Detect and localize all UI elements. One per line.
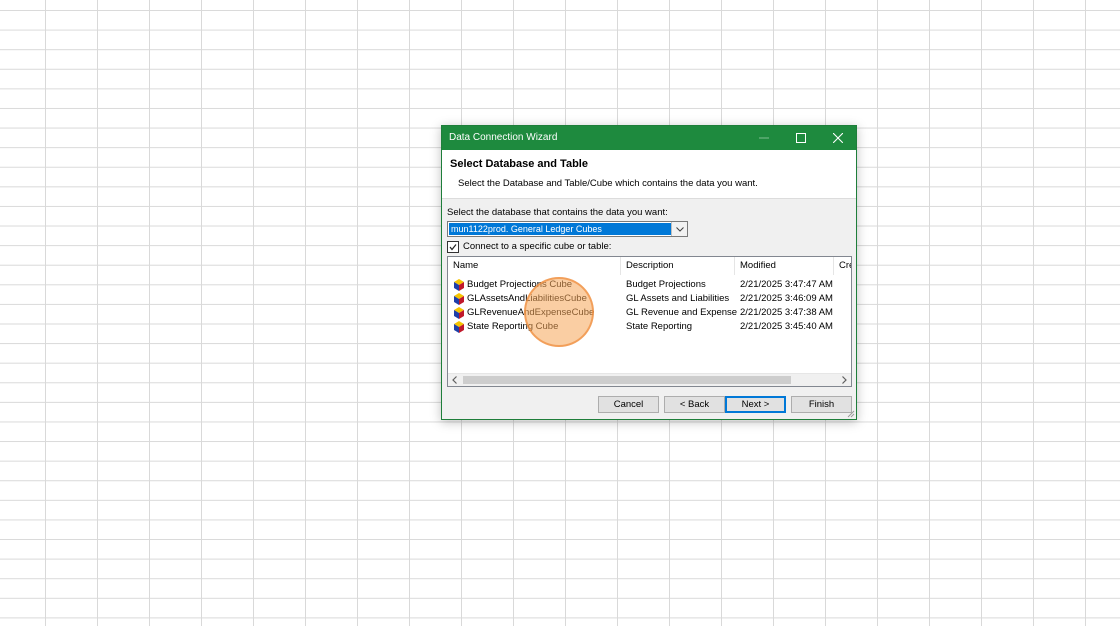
cube-description: GL Assets and Liabilities xyxy=(626,293,730,304)
title-bar[interactable]: Data Connection Wizard xyxy=(442,126,856,150)
cube-icon xyxy=(454,279,464,291)
cube-name: GLRevenueAndExpenseCube xyxy=(467,307,595,318)
data-connection-wizard-dialog: Data Connection Wizard Select Database a… xyxy=(441,125,857,420)
maximize-icon xyxy=(795,133,806,143)
database-label: Select the database that contains the da… xyxy=(447,207,668,218)
cube-modified: 2/21/2025 3:46:09 AM xyxy=(740,293,833,304)
column-header-modified[interactable]: Modified xyxy=(735,257,834,275)
chevron-left-icon xyxy=(452,376,457,384)
database-value[interactable]: mun1122prod. General Ledger Cubes xyxy=(449,223,672,235)
cube-description: State Reporting xyxy=(626,321,693,332)
scroll-left-button[interactable] xyxy=(448,374,461,386)
chevron-right-icon xyxy=(842,376,847,384)
step-description: Select the Database and Table/Cube which… xyxy=(458,178,758,189)
minimize-icon xyxy=(758,137,769,139)
resize-grip-icon[interactable] xyxy=(847,410,855,418)
cube-icon xyxy=(454,307,464,319)
column-header-description[interactable]: Description xyxy=(621,257,735,275)
close-button[interactable] xyxy=(819,126,856,150)
cube-name: GLAssetsAndLiabilitiesCube xyxy=(467,293,587,304)
dropdown-arrow[interactable] xyxy=(671,222,687,236)
cube-modified: 2/21/2025 3:47:38 AM xyxy=(740,307,833,318)
checkmark-icon xyxy=(449,243,457,250)
specific-cube-checkbox[interactable] xyxy=(447,240,459,253)
maximize-button[interactable] xyxy=(782,126,819,150)
dialog-title: Data Connection Wizard xyxy=(449,132,558,143)
cube-modified: 2/21/2025 3:47:47 AM xyxy=(740,279,833,290)
column-header-created[interactable]: Cre xyxy=(834,257,851,275)
step-title: Select Database and Table xyxy=(450,158,588,170)
list-header: Name Description Modified Cre xyxy=(448,257,851,275)
cube-description: GL Revenue and Expense xyxy=(626,307,738,318)
cube-list[interactable]: Name Description Modified Cre Budget Pro… xyxy=(447,256,852,387)
column-header-name[interactable]: Name xyxy=(448,257,621,275)
cube-description: Budget Projections xyxy=(626,279,706,290)
specific-cube-label: Connect to a specific cube or table: xyxy=(463,241,612,252)
scroll-thumb[interactable] xyxy=(463,376,791,384)
database-dropdown[interactable]: mun1122prod. General Ledger Cubes xyxy=(447,221,688,237)
close-icon xyxy=(832,133,843,143)
cube-modified: 2/21/2025 3:45:40 AM xyxy=(740,321,833,332)
wizard-header: Select Database and Table Select the Dat… xyxy=(442,150,856,199)
next-button[interactable]: Next > xyxy=(725,396,786,413)
horizontal-scrollbar[interactable] xyxy=(448,373,851,386)
back-button[interactable]: < Back xyxy=(664,396,725,413)
cube-icon xyxy=(454,321,464,333)
cube-name: State Reporting Cube xyxy=(467,321,559,332)
minimize-button[interactable] xyxy=(745,126,782,150)
list-item[interactable]: State Reporting Cube State Reporting 2/2… xyxy=(448,320,851,334)
list-item[interactable]: GLAssetsAndLiabilitiesCube GL Assets and… xyxy=(448,292,851,306)
specific-cube-checkbox-row[interactable]: Connect to a specific cube or table: xyxy=(447,240,611,253)
list-item[interactable]: GLRevenueAndExpenseCube GL Revenue and E… xyxy=(448,306,851,320)
cube-icon xyxy=(454,293,464,305)
list-item[interactable]: Budget Projections Cube Budget Projectio… xyxy=(448,278,851,292)
cancel-button[interactable]: Cancel xyxy=(598,396,659,413)
cube-name: Budget Projections Cube xyxy=(467,279,573,290)
finish-button[interactable]: Finish xyxy=(791,396,852,413)
chevron-down-icon xyxy=(675,226,684,232)
scroll-right-button[interactable] xyxy=(838,374,851,386)
